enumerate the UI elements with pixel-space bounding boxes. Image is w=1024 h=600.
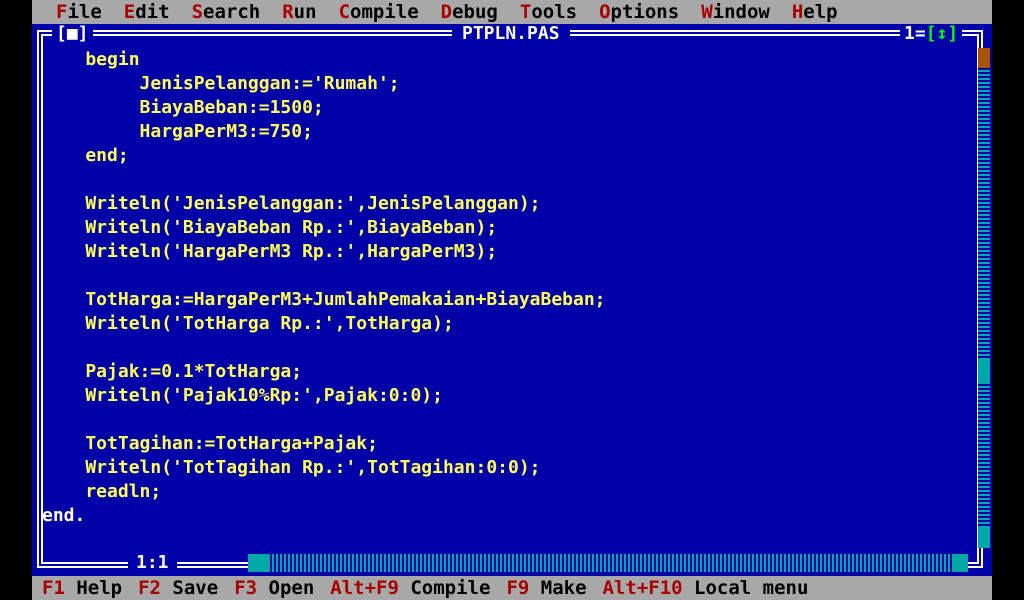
code-line: Writeln('BiayaBeban Rp.:',BiayaBeban); bbox=[42, 217, 498, 238]
status-bar: F1 Help F2 Save F3 Open Alt+F9 Compile F… bbox=[32, 576, 992, 600]
status-make[interactable]: F9 Make bbox=[506, 577, 586, 599]
code-line: Writeln('Pajak10%Rp:',Pajak:0:0); bbox=[42, 385, 443, 406]
status-help[interactable]: F1 Help bbox=[42, 577, 122, 599]
status-compile[interactable]: Alt+F9 Compile bbox=[330, 577, 490, 599]
code-line: Writeln('HargaPerM3 Rp.:',HargaPerM3); bbox=[42, 241, 498, 262]
code-line: Writeln('TotHarga Rp.:',TotHarga); bbox=[42, 313, 454, 334]
vertical-scrollbar[interactable] bbox=[978, 48, 990, 548]
menu-tools[interactable]: Tools bbox=[520, 1, 577, 23]
code-line: readln; bbox=[42, 481, 162, 502]
status-local-menu[interactable]: Alt+F10 Local menu bbox=[603, 577, 809, 599]
scroll-down-arrow[interactable] bbox=[978, 528, 990, 548]
code-line: BiayaBeban:=1500; bbox=[42, 97, 324, 118]
menu-search[interactable]: Search bbox=[192, 1, 261, 23]
code-line: HargaPerM3:=750; bbox=[42, 121, 313, 142]
menu-edit[interactable]: Edit bbox=[124, 1, 170, 23]
window-title-bar: [■] PTPLN.PAS 1=[↕] bbox=[32, 24, 992, 44]
horizontal-scrollbar[interactable] bbox=[248, 554, 968, 572]
menu-bar: File Edit Search Run Compile Debug Tools… bbox=[32, 0, 992, 24]
menu-compile[interactable]: Compile bbox=[339, 1, 419, 23]
code-line: Writeln('JenisPelanggan:',JenisPelanggan… bbox=[42, 193, 541, 214]
scroll-right-arrow[interactable] bbox=[954, 554, 968, 572]
menu-file[interactable]: File bbox=[56, 1, 102, 23]
turbo-pascal-ide: File Edit Search Run Compile Debug Tools… bbox=[32, 0, 992, 600]
code-line: end; bbox=[42, 145, 129, 166]
code-editor[interactable]: begin JenisPelanggan:='Rumah'; BiayaBeba… bbox=[42, 48, 972, 538]
close-box-button[interactable]: [■] bbox=[52, 24, 93, 44]
code-line: Pajak:=0.1*TotHarga; bbox=[42, 361, 303, 382]
status-open[interactable]: F3 Open bbox=[234, 577, 314, 599]
window-title: PTPLN.PAS bbox=[452, 24, 570, 44]
window-number: 1= bbox=[904, 23, 926, 44]
code-line: TotHarga:=HargaPerM3+JumlahPemakaian+Bia… bbox=[42, 289, 606, 310]
window-bottom-border: 1:1 bbox=[32, 552, 992, 574]
scroll-up-arrow[interactable] bbox=[978, 48, 990, 68]
menu-window[interactable]: Window bbox=[701, 1, 770, 23]
menu-help[interactable]: Help bbox=[792, 1, 838, 23]
menu-debug[interactable]: Debug bbox=[441, 1, 498, 23]
code-line: begin bbox=[42, 49, 140, 70]
cursor-position: 1:1 bbox=[128, 552, 177, 574]
code-line: end. bbox=[42, 505, 86, 526]
menu-options[interactable]: Options bbox=[599, 1, 679, 23]
window-number-zoom: 1=[↕] bbox=[900, 23, 963, 44]
code-line: Writeln('TotTagihan Rp.:',TotTagihan:0:0… bbox=[42, 457, 541, 478]
vertical-scroll-thumb[interactable] bbox=[978, 360, 990, 382]
zoom-box-button[interactable]: [↕] bbox=[926, 23, 959, 44]
menu-run[interactable]: Run bbox=[282, 1, 316, 23]
code-line: TotTagihan:=TotHarga+Pajak; bbox=[42, 433, 378, 454]
code-line: JenisPelanggan:='Rumah'; bbox=[42, 73, 400, 94]
horizontal-scroll-thumb[interactable] bbox=[248, 554, 270, 572]
status-save[interactable]: F2 Save bbox=[138, 577, 218, 599]
